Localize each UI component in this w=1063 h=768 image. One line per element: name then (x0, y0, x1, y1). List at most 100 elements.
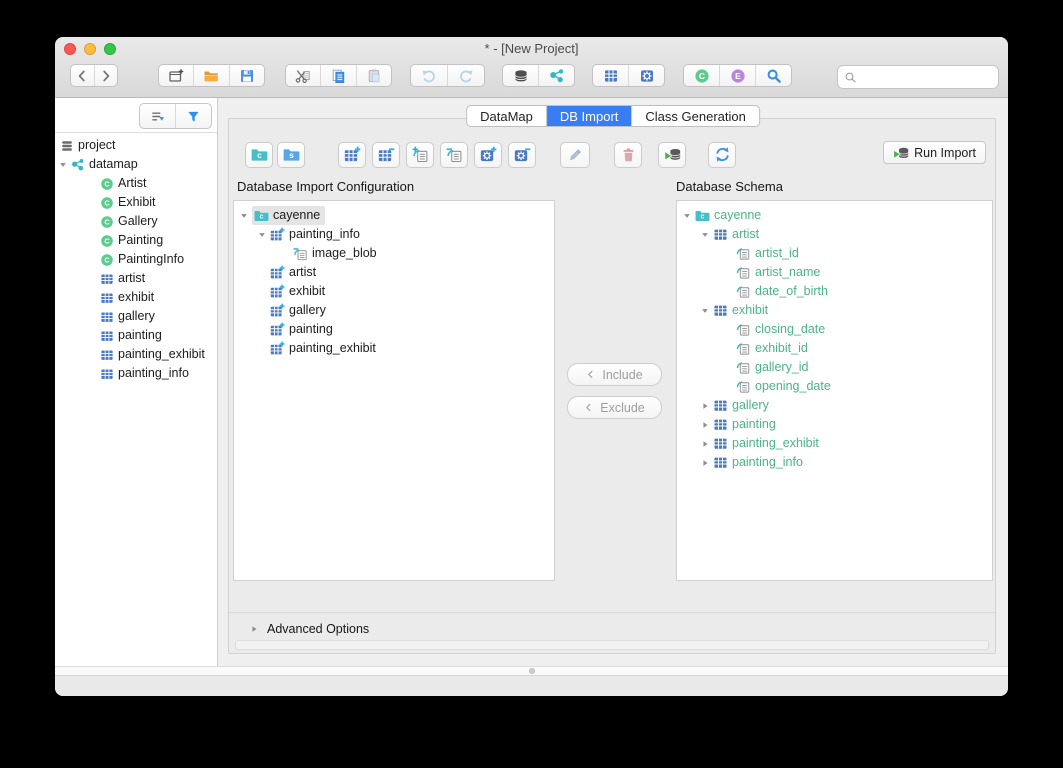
create-procedure-button[interactable] (628, 65, 664, 86)
tree-row[interactable]: closing_date (677, 320, 992, 339)
database-schema-tree[interactable]: cayenne artist artist_id artist_name dat… (676, 200, 993, 581)
tree-row[interactable]: artist (677, 225, 992, 244)
filter-icon (186, 109, 201, 124)
chevron-right-icon[interactable] (700, 458, 710, 468)
chevron-right-icon[interactable] (700, 401, 710, 411)
tree-row[interactable]: painting_info (234, 225, 554, 244)
tree-row[interactable]: painting (55, 326, 217, 345)
tree-row[interactable]: date_of_birth (677, 282, 992, 301)
import-config-tree[interactable]: cayenne painting_info image_blob artist … (233, 200, 555, 581)
run-database-icon (664, 146, 681, 163)
tree-row[interactable]: exhibit (234, 282, 554, 301)
chevron-down-icon[interactable] (682, 211, 692, 221)
objentity-icon (100, 215, 114, 229)
tree-row[interactable]: artist_id (677, 244, 992, 263)
tree-row[interactable]: Gallery (55, 212, 217, 231)
exclude-button[interactable]: Exclude (567, 396, 662, 419)
create-datamap-button[interactable] (538, 65, 574, 86)
chevron-down-icon[interactable] (700, 230, 710, 240)
run-import-button[interactable]: Run Import (883, 141, 986, 164)
panel-footer-inset (235, 640, 989, 650)
tree-row[interactable]: painting (677, 415, 992, 434)
add-catalog-button[interactable] (245, 142, 273, 168)
exclude-procedure-button[interactable] (508, 142, 536, 168)
include-column-button[interactable] (406, 142, 434, 168)
tree-row[interactable]: painting_info (677, 453, 992, 472)
tree-row-datamap[interactable]: datamap (55, 155, 217, 174)
tab-class-generation[interactable]: Class Generation (631, 106, 758, 126)
tree-row[interactable]: image_blob (234, 244, 554, 263)
undo-button[interactable] (411, 65, 447, 86)
chevron-down-icon[interactable] (700, 306, 710, 316)
chevron-down-icon[interactable] (257, 230, 267, 240)
create-dbentity-button[interactable] (593, 65, 628, 86)
create-datanode-button[interactable] (503, 65, 538, 86)
create-objentity-button[interactable] (684, 65, 719, 86)
open-project-button[interactable] (193, 65, 228, 86)
tab-datamap[interactable]: DataMap (467, 106, 546, 126)
collapse-all-button[interactable] (140, 104, 175, 128)
tree-row-label: project (78, 136, 116, 155)
tree-row[interactable]: exhibit_id (677, 339, 992, 358)
tree-row-label: Exhibit (118, 193, 156, 212)
title-bar[interactable]: * - [New Project] (55, 37, 1008, 60)
tree-row[interactable]: artist_name (677, 263, 992, 282)
search-input[interactable] (857, 69, 992, 85)
tree-row[interactable]: gallery (234, 301, 554, 320)
exclude-column-button[interactable] (440, 142, 468, 168)
tree-row[interactable]: Painting (55, 231, 217, 250)
include-procedure-button[interactable] (474, 142, 502, 168)
chevron-down-icon[interactable] (239, 211, 249, 221)
exclude-label: Exclude (600, 401, 644, 415)
tree-row[interactable]: artist (55, 269, 217, 288)
tree-row-label: cayenne (714, 206, 761, 225)
tab-db-import[interactable]: DB Import (546, 106, 632, 126)
tree-row-project[interactable]: project (55, 136, 217, 155)
back-button[interactable] (71, 65, 94, 86)
tree-row[interactable]: painting_info (55, 364, 217, 383)
horizontal-splitter[interactable] (55, 666, 1008, 676)
new-project-button[interactable] (159, 65, 193, 86)
add-schema-button[interactable] (277, 142, 305, 168)
tree-row[interactable]: exhibit (55, 288, 217, 307)
splitter-handle[interactable] (529, 668, 535, 674)
tree-row-cayenne[interactable]: cayenne (234, 206, 554, 225)
tree-row[interactable]: artist (234, 263, 554, 282)
datamap-icon (549, 68, 565, 84)
tree-row[interactable]: Artist (55, 174, 217, 193)
filter-button[interactable] (175, 104, 211, 128)
edit-button[interactable] (560, 142, 590, 168)
chevron-down-icon[interactable] (58, 160, 68, 170)
create-embeddable-button[interactable] (719, 65, 755, 86)
include-button[interactable]: Include (567, 363, 662, 386)
tree-row[interactable]: painting_exhibit (677, 434, 992, 453)
tree-row[interactable]: painting_exhibit (55, 345, 217, 364)
search-field[interactable] (837, 65, 999, 89)
tree-row[interactable]: Exhibit (55, 193, 217, 212)
delete-button[interactable] (614, 142, 642, 168)
tree-row[interactable]: painting_exhibit (234, 339, 554, 358)
tree-row[interactable]: gallery (55, 307, 217, 326)
forward-button[interactable] (94, 65, 118, 86)
chevron-right-icon[interactable] (700, 439, 710, 449)
chevron-left-icon (74, 68, 90, 84)
tree-row[interactable]: painting (234, 320, 554, 339)
import-db-button[interactable] (658, 142, 686, 168)
copy-button[interactable] (320, 65, 355, 86)
create-query-button[interactable] (755, 65, 791, 86)
redo-button[interactable] (447, 65, 484, 86)
paste-button[interactable] (356, 65, 391, 86)
tree-row[interactable]: opening_date (677, 377, 992, 396)
tree-row[interactable]: exhibit (677, 301, 992, 320)
tree-row[interactable]: gallery_id (677, 358, 992, 377)
include-table-button[interactable] (338, 142, 366, 168)
save-button[interactable] (229, 65, 264, 86)
chevron-right-icon[interactable] (700, 420, 710, 430)
exclude-table-button[interactable] (372, 142, 400, 168)
tree-row[interactable]: PaintingInfo (55, 250, 217, 269)
refresh-button[interactable] (708, 142, 736, 168)
tree-row[interactable]: gallery (677, 396, 992, 415)
tree-row-cayenne[interactable]: cayenne (677, 206, 992, 225)
cut-button[interactable] (286, 65, 320, 86)
dbentity-icon (100, 272, 114, 286)
